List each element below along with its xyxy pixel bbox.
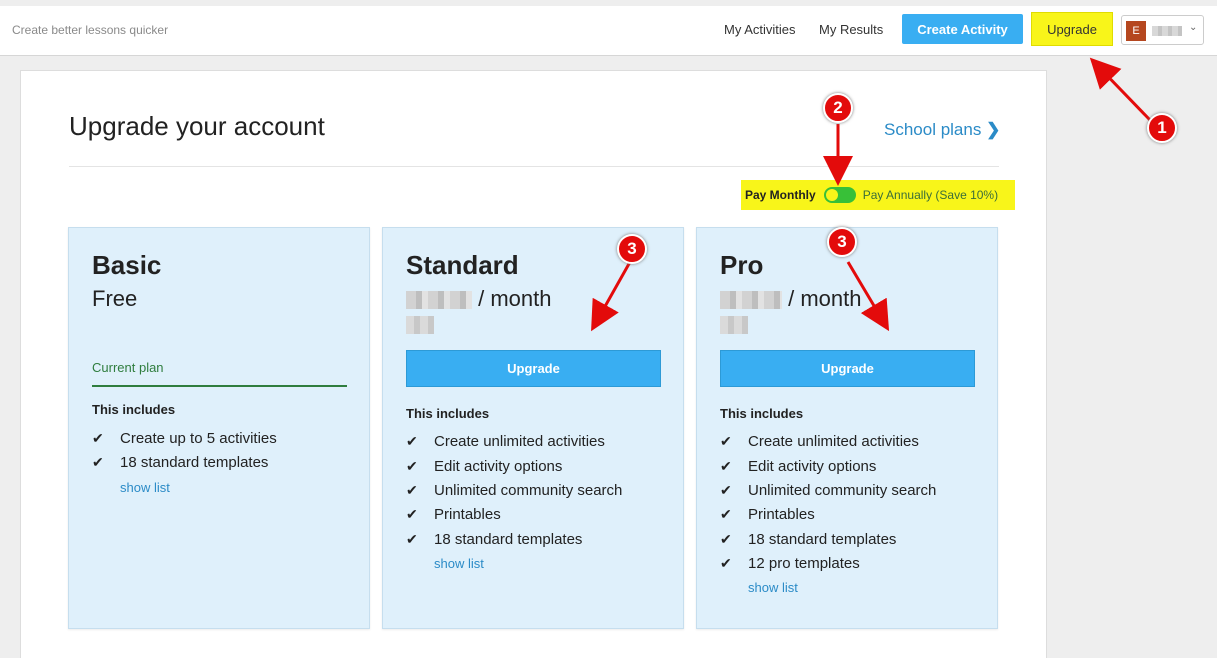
- feature-text: Create unlimited activities: [748, 433, 919, 450]
- feature-text: Edit activity options: [434, 458, 563, 475]
- plan-price: / month: [720, 286, 862, 312]
- feature-text: 18 standard templates: [748, 531, 897, 548]
- feature-text: Unlimited community search: [434, 482, 623, 499]
- price-suffix: / month: [478, 286, 552, 311]
- feature-item: ✔ Unlimited community search: [406, 482, 622, 499]
- redacted-price: [406, 291, 472, 310]
- feature-item: ✔ 18 standard templates: [406, 531, 582, 548]
- check-icon: ✔: [720, 531, 732, 547]
- plan-card-basic: Basic Free Current plan This includes ✔ C…: [68, 227, 370, 629]
- page-title: Upgrade your account: [69, 111, 325, 141]
- annotation-marker-1: 1: [1147, 113, 1177, 143]
- feature-item: ✔ Create unlimited activities: [406, 433, 605, 450]
- check-icon: ✔: [406, 531, 418, 547]
- nav-my-activities[interactable]: My Activities: [724, 22, 796, 37]
- annotation-marker-2: 2: [823, 93, 853, 123]
- upgrade-panel: Upgrade your account School plans ❯ Pay …: [20, 70, 1047, 658]
- annotation-marker-3b: 3: [827, 227, 857, 257]
- show-list-link[interactable]: show list: [748, 580, 798, 595]
- upgrade-standard-button[interactable]: Upgrade: [406, 350, 661, 387]
- check-icon: ✔: [406, 506, 418, 522]
- pay-monthly-label: Pay Monthly: [745, 188, 816, 202]
- includes-label: This includes: [406, 406, 490, 421]
- show-list-link[interactable]: show list: [434, 556, 484, 571]
- arrow-1: [1089, 57, 1152, 122]
- feature-item: ✔ 12 pro templates: [720, 555, 860, 572]
- account-menu[interactable]: E ⌄: [1121, 15, 1204, 45]
- school-plans-label: School plans: [884, 120, 982, 139]
- check-icon: ✔: [720, 555, 732, 571]
- redacted-username: [1152, 26, 1182, 36]
- feature-item: ✔ Printables: [406, 506, 501, 523]
- plan-card-pro: Pro / month Upgrade This includes ✔ Creat…: [696, 227, 998, 629]
- check-icon: ✔: [720, 433, 732, 449]
- create-activity-button[interactable]: Create Activity: [902, 14, 1023, 44]
- check-icon: ✔: [720, 506, 732, 522]
- feature-text: Printables: [748, 506, 815, 523]
- check-icon: ✔: [720, 482, 732, 498]
- check-icon: ✔: [406, 433, 418, 449]
- redacted-subprice: [720, 316, 748, 334]
- feature-text: 18 standard templates: [434, 531, 583, 548]
- feature-item: ✔ Printables: [720, 506, 815, 523]
- billing-toggle-bar: Pay Monthly Pay Annually (Save 10%): [741, 180, 1015, 210]
- feature-item: ✔ Create up to 5 activities: [92, 430, 277, 447]
- includes-label: This includes: [92, 402, 176, 417]
- plan-price: / month: [406, 286, 552, 312]
- feature-text: 18 standard templates: [120, 454, 269, 471]
- check-icon: ✔: [92, 430, 104, 446]
- feature-item: ✔ Create unlimited activities: [720, 433, 919, 450]
- feature-text: Edit activity options: [748, 458, 877, 475]
- billing-toggle[interactable]: [823, 187, 856, 203]
- divider: [69, 166, 999, 167]
- show-list-link[interactable]: show list: [120, 480, 170, 495]
- pay-annually-label: Pay Annually (Save 10%): [862, 188, 999, 202]
- current-plan-label: Current plan: [92, 360, 347, 387]
- check-icon: ✔: [720, 458, 732, 474]
- tagline: Create better lessons quicker: [12, 23, 169, 37]
- includes-label: This includes: [720, 406, 804, 421]
- feature-item: ✔ Unlimited community search: [720, 482, 936, 499]
- annotation-marker-3a: 3: [617, 234, 647, 264]
- check-icon: ✔: [406, 482, 418, 498]
- school-plans-link[interactable]: School plans ❯: [884, 120, 1000, 140]
- feature-text: 12 pro templates: [748, 555, 860, 572]
- avatar: E: [1126, 21, 1146, 41]
- price-suffix: / month: [788, 286, 862, 311]
- chevron-down-icon: ⌄: [1189, 22, 1198, 33]
- nav-my-results[interactable]: My Results: [819, 22, 883, 37]
- top-bar: Create better lessons quicker My Activit…: [0, 6, 1217, 56]
- upgrade-nav-button[interactable]: Upgrade: [1031, 12, 1113, 46]
- feature-item: ✔ Edit activity options: [406, 458, 562, 475]
- upgrade-pro-button[interactable]: Upgrade: [720, 350, 975, 387]
- feature-item: ✔ Edit activity options: [720, 458, 876, 475]
- chevron-right-icon: ❯: [986, 120, 1001, 139]
- feature-text: Create up to 5 activities: [120, 430, 277, 447]
- feature-text: Printables: [434, 506, 501, 523]
- redacted-price: [720, 291, 782, 310]
- plan-name: Pro: [720, 250, 764, 280]
- plan-card-standard: Standard / month Upgrade This includes ✔…: [382, 227, 684, 629]
- plan-name: Standard: [406, 250, 519, 280]
- feature-text: Create unlimited activities: [434, 433, 605, 450]
- plan-name: Basic: [92, 250, 162, 280]
- feature-item: ✔ 18 standard templates: [92, 454, 268, 471]
- feature-text: Unlimited community search: [748, 482, 937, 499]
- check-icon: ✔: [92, 454, 104, 470]
- feature-item: ✔ 18 standard templates: [720, 531, 896, 548]
- check-icon: ✔: [406, 458, 418, 474]
- plan-price: Free: [92, 286, 138, 311]
- redacted-subprice: [406, 316, 434, 334]
